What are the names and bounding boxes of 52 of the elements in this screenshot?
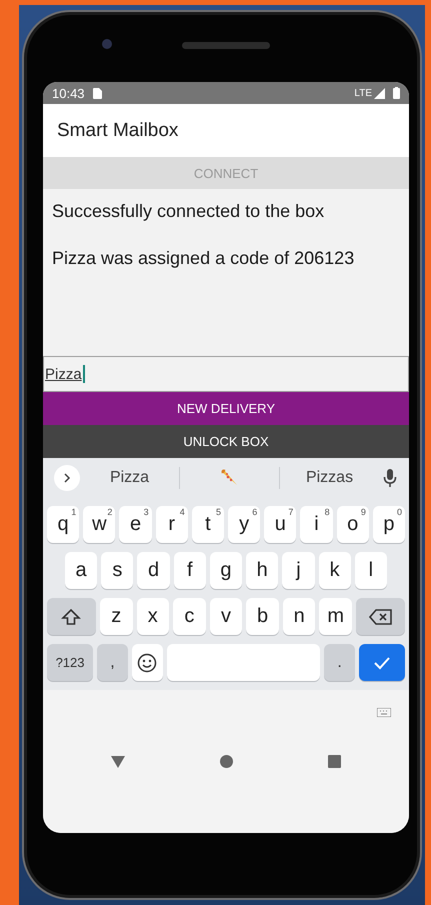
letter-key[interactable]: r 4	[156, 506, 188, 543]
letter-key[interactable]: s	[101, 552, 134, 589]
message-text: Successfully connected to the box	[52, 201, 326, 222]
letter-key[interactable]: d	[137, 552, 170, 589]
punctuation-key[interactable]: ,	[97, 644, 128, 681]
letter-key[interactable]: h	[246, 552, 278, 589]
network-type: LTE	[354, 88, 372, 98]
shift-key[interactable]	[47, 598, 96, 635]
letter-key[interactable]: j	[282, 552, 315, 589]
app-title: Smart Mailbox	[57, 120, 178, 142]
letter-key[interactable]: f	[174, 552, 206, 589]
message-text: Pizza was assigned a code of 206123	[52, 248, 356, 269]
letter-key[interactable]: b	[246, 598, 279, 635]
battery-icon	[393, 87, 400, 99]
emoji-key[interactable]	[132, 644, 163, 681]
enter-key[interactable]	[358, 644, 406, 681]
microphone-icon	[383, 468, 397, 488]
text-input[interactable]: Pizza	[43, 356, 409, 392]
back-icon	[110, 756, 125, 768]
suggestion[interactable]: Pizzas	[280, 466, 379, 490]
check-icon	[372, 656, 391, 670]
letter-key[interactable]: g	[210, 552, 242, 589]
signal-icon	[374, 88, 385, 98]
letter-key[interactable]: a	[65, 552, 98, 589]
smiley-icon	[137, 652, 158, 672]
letter-key[interactable]: n	[282, 598, 316, 635]
expand-button[interactable]	[54, 464, 80, 490]
suggestion[interactable]: Pizza	[80, 466, 179, 490]
letter-key[interactable]: z	[100, 598, 132, 635]
recents-icon	[328, 755, 342, 768]
keyboard-icon	[377, 708, 391, 717]
letter-key[interactable]: v	[210, 598, 242, 635]
backspace-key[interactable]	[356, 598, 405, 635]
letter-key[interactable]: t 5	[192, 506, 224, 543]
letter-key[interactable]: x	[136, 598, 170, 635]
punctuation-key[interactable]: .	[324, 644, 355, 681]
new-delivery-button[interactable]: NEW DELIVERY	[43, 392, 409, 425]
letter-key[interactable]: m	[319, 598, 352, 635]
chevron-icon	[63, 472, 71, 482]
camera-lens	[102, 39, 112, 49]
sim-card-icon	[92, 88, 102, 98]
letter-key[interactable]: c	[173, 598, 206, 635]
letter-key[interactable]: l	[354, 552, 387, 589]
shift-icon	[61, 606, 82, 626]
backspace-icon	[368, 608, 393, 626]
letter-key[interactable]: i 8	[300, 506, 333, 543]
unlock-button[interactable]: UNLOCK BOX	[43, 425, 409, 458]
symbols-key[interactable]: ?123	[47, 644, 94, 681]
home-icon	[220, 755, 233, 768]
letter-key[interactable]: k	[318, 552, 351, 589]
clock-time: 10:43	[52, 86, 85, 100]
pizza-icon	[220, 468, 240, 488]
